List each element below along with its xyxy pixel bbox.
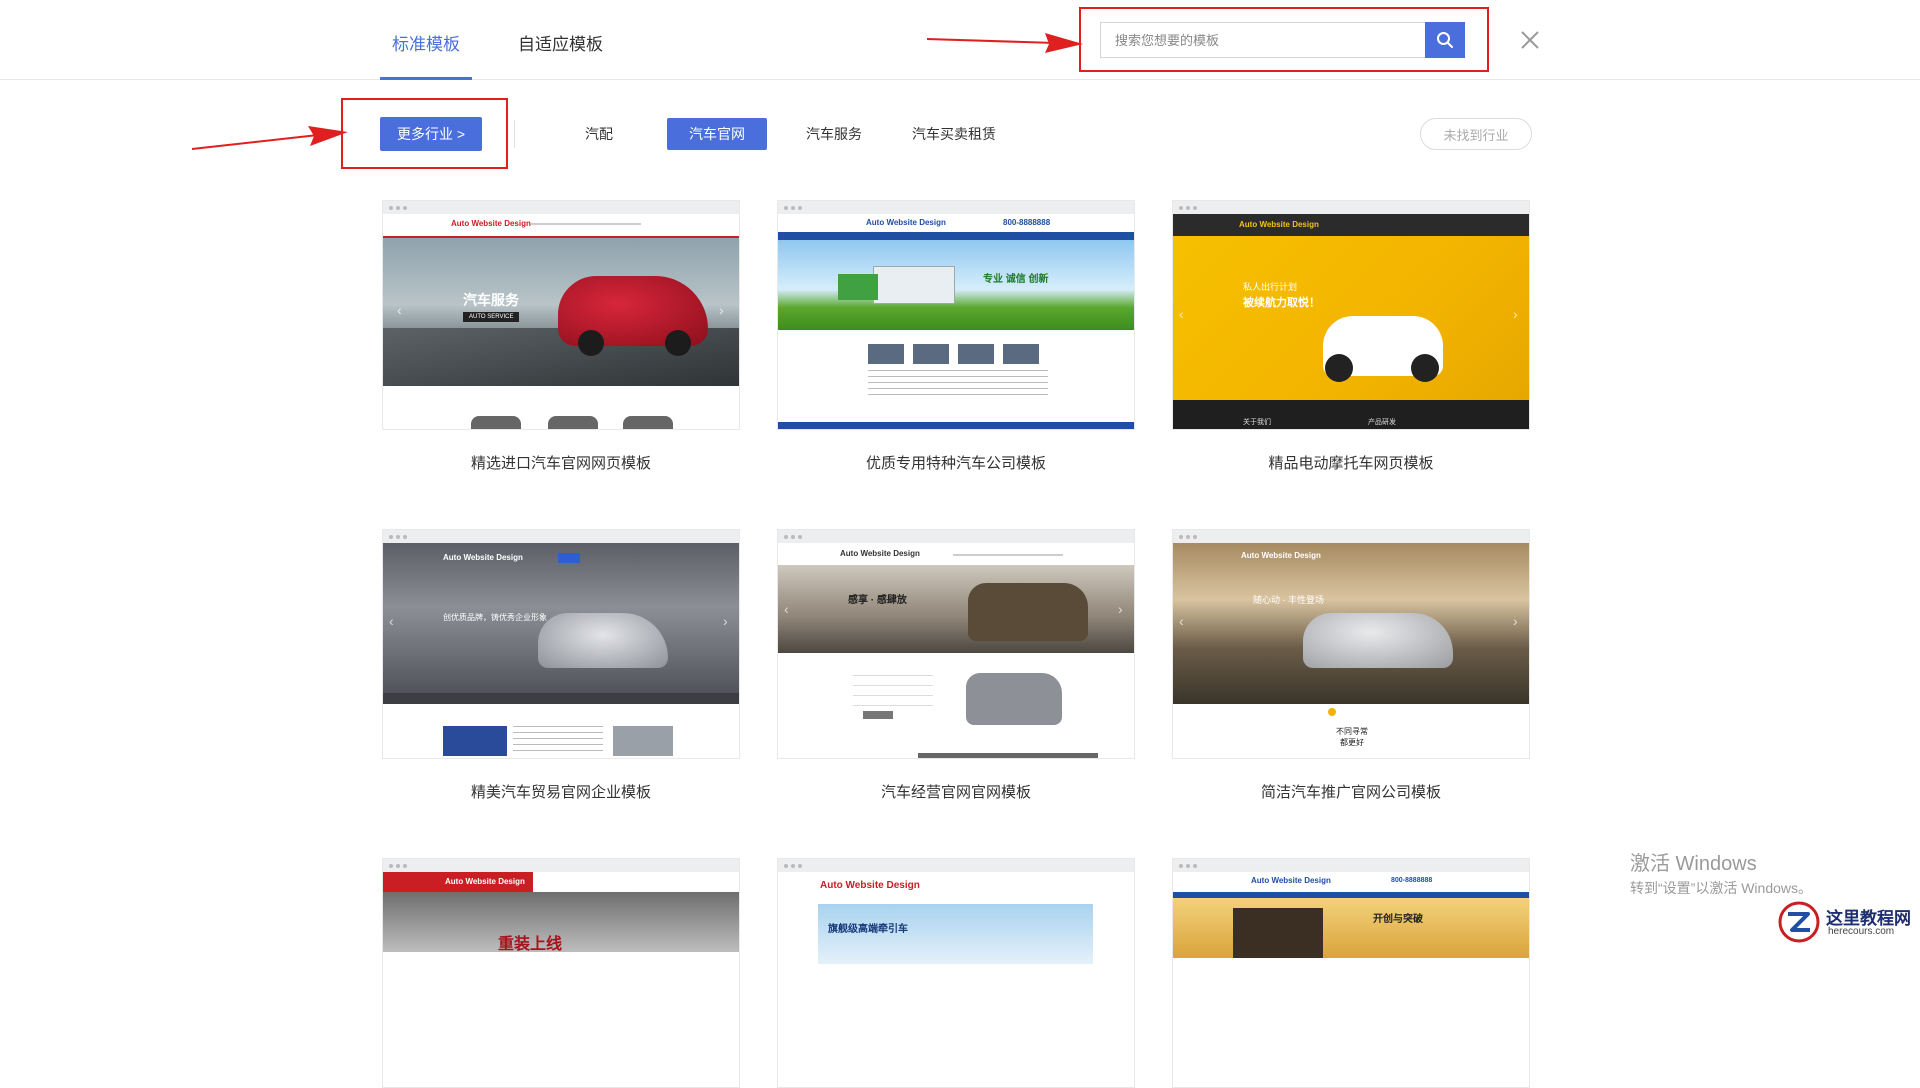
- thumb-heading: 感享 · 感肆放: [848, 595, 907, 606]
- template-thumbnail: Auto Website Design 重装上线: [382, 858, 740, 1088]
- template-thumbnail: Auto Website Design 私人出行计划 被续航力取悦！ ‹ › 关…: [1172, 200, 1530, 430]
- divider: [514, 120, 515, 148]
- tab-standard-templates[interactable]: 标准模板: [380, 30, 472, 80]
- windows-activation-watermark: 激活 Windows 转到“设置”以激活 Windows。: [1630, 847, 1812, 898]
- thumb-site-name: Auto Website Design: [1251, 876, 1331, 885]
- thumb-heading: 旗舰级高端牵引车: [828, 924, 908, 935]
- brand-url: herecours.com: [1828, 926, 1895, 937]
- thumb-site-name: Auto Website Design: [820, 880, 920, 891]
- close-icon: [1521, 31, 1539, 49]
- thumb-site-name: Auto Website Design: [1239, 220, 1319, 229]
- template-thumbnail: Auto Website Design 旗舰级高端牵引车: [777, 858, 1135, 1088]
- thumb-site-name: Auto Website Design: [866, 218, 946, 227]
- industry-not-found-button[interactable]: 未找到行业: [1420, 118, 1532, 150]
- thumb-site-name: Auto Website Design: [1241, 551, 1321, 560]
- close-button[interactable]: [1516, 26, 1544, 54]
- thumb-site-name: Auto Website Design: [451, 219, 531, 228]
- thumb-phone: 800-8888888: [1003, 218, 1051, 227]
- template-title[interactable]: 汽车经营官网官网模板: [777, 781, 1135, 802]
- tab-responsive-templates[interactable]: 自适应模板: [518, 30, 603, 80]
- thumb-footer-line1: 不同寻常: [1336, 727, 1368, 736]
- thumb-heading: 私人出行计划: [1243, 282, 1298, 292]
- category-auto-parts[interactable]: 汽配: [570, 118, 628, 150]
- arrow-to-more-industries-icon: [191, 126, 348, 150]
- thumb-site-name: Auto Website Design: [443, 553, 523, 562]
- thumb-site-name: Auto Website Design: [445, 877, 525, 886]
- search-highlight-box: [1079, 7, 1489, 72]
- template-title[interactable]: 精美汽车贸易官网企业模板: [382, 781, 740, 802]
- thumb-heading: 随心动 · 丰性登场: [1253, 595, 1324, 605]
- thumb-heading: 开创与突破: [1373, 914, 1423, 925]
- thumb-heading: 汽车服务: [463, 292, 519, 308]
- template-title[interactable]: 精选进口汽车官网网页模板: [382, 452, 740, 473]
- template-title[interactable]: 精品电动摩托车网页模板: [1172, 452, 1530, 473]
- z-logo-icon: [1778, 901, 1820, 943]
- thumb-heading: 重装上线: [498, 936, 563, 953]
- template-thumbnail: Auto Website Design 800-8888888 专业 诚信 创新: [777, 200, 1135, 430]
- watermark-line2: 转到“设置”以激活 Windows。: [1630, 880, 1813, 896]
- thumb-footer-line2: 都更好: [1340, 738, 1364, 747]
- thumb-heading: 专业 诚信 创新: [983, 274, 1049, 285]
- template-thumbnail: Auto Website Design 汽车服务 AUTO SERVICE ‹ …: [382, 200, 740, 430]
- more-industries-button[interactable]: 更多行业 >: [380, 117, 482, 151]
- template-title[interactable]: 优质专用特种汽车公司模板: [777, 452, 1135, 473]
- brand-logo: 这里教程网 herecours.com: [1776, 900, 1920, 944]
- template-thumbnail: Auto Website Design 感享 · 感肆放 ‹ ›: [777, 529, 1135, 759]
- thumb-subheading: AUTO SERVICE: [463, 312, 520, 322]
- thumb-site-name: Auto Website Design: [840, 549, 920, 558]
- thumb-subheading: 被续航力取悦！: [1243, 297, 1320, 309]
- category-auto-official-site[interactable]: 汽车官网: [667, 118, 767, 150]
- template-title[interactable]: 简洁汽车推广官网公司模板: [1172, 781, 1530, 802]
- category-auto-service[interactable]: 汽车服务: [796, 118, 872, 150]
- watermark-line1: 激活 Windows: [1630, 853, 1757, 875]
- arrow-to-search-icon: [926, 33, 1083, 53]
- category-auto-trade-rental[interactable]: 汽车买卖租赁: [904, 118, 1004, 150]
- template-thumbnail: Auto Website Design 随心动 · 丰性登场 ‹ › 不同寻常 …: [1172, 529, 1530, 759]
- thumb-phone: 800-8888888: [1391, 877, 1433, 884]
- thumb-products: 产品研发: [1368, 419, 1396, 426]
- thumb-about: 关于我们: [1243, 419, 1271, 426]
- thumb-heading: 创优质品牌，铸优秀企业形象: [443, 613, 547, 622]
- template-thumbnail: Auto Website Design 800-8888888 开创与突破: [1172, 858, 1530, 1088]
- template-thumbnail: Auto Website Design 创优质品牌，铸优秀企业形象 ‹ ›: [382, 529, 740, 759]
